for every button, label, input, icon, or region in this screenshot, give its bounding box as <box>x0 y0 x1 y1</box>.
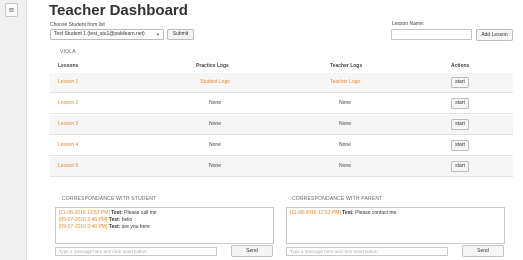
student-select-value: Test Student 1 (test_stu1@pakilearn.net) <box>54 31 145 37</box>
message-time: [11-08-2016 12:52 PM] <box>59 210 110 216</box>
column-header-actions: Actions <box>451 63 470 69</box>
parent-correspondence-title: CORRESPONDANCE WITH PARENT <box>292 196 383 202</box>
teacher-logs-link[interactable]: Teacher Logs <box>210 79 480 85</box>
add-lesson-button[interactable]: Add Lesson <box>476 29 513 41</box>
message-sender: Test: <box>111 210 123 216</box>
page-title: Teacher Dashboard <box>49 2 188 19</box>
teacher-logs-value: None <box>339 142 351 148</box>
start-button[interactable]: start <box>451 98 469 109</box>
table-row: Lesson 5 None None start <box>50 157 513 177</box>
message-time: [09-07-2016 2:46 PM] <box>59 224 108 230</box>
table-row: Lesson 3 None None start <box>50 115 513 135</box>
student-select[interactable]: Test Student 1 (test_stu1@pakilearn.net)… <box>50 29 164 40</box>
message-sender: Test: <box>342 210 354 216</box>
message-sender: Test: <box>108 217 121 223</box>
start-button[interactable]: start <box>451 77 469 88</box>
column-header-practice-logs: Practice Logs <box>196 63 229 69</box>
table-header: Lessons Practice Logs Teacher Logs Actio… <box>50 63 513 72</box>
teacher-logs-value: None <box>339 163 351 169</box>
teacher-logs-value: None <box>339 121 351 127</box>
lesson-name-input[interactable] <box>391 29 472 40</box>
section-title: VIOLA <box>60 49 76 55</box>
parent-message-log[interactable]: [11-08-2016 12:52 PM] Test: Please conta… <box>286 207 505 244</box>
student-correspondence-title: CORRESPONDANCE WITH STUDENT <box>62 196 157 202</box>
chevron-down-icon: ▼ <box>156 32 160 37</box>
choose-student-label: Choose Student from list <box>50 22 105 28</box>
message-text: Please call me <box>124 210 157 216</box>
table-row: Lesson 2 None None start <box>50 94 513 114</box>
start-button[interactable]: start <box>451 119 469 130</box>
message-time: [09-07-2016 2:46 PM] <box>59 217 108 223</box>
message-item: [09-07-2016 2:46 PM] Test: are you here <box>59 224 270 231</box>
message-item: [09-07-2016 2:46 PM] Test: hello <box>59 217 270 224</box>
menu-icon[interactable]: ≡ <box>5 3 18 17</box>
message-item: [11-08-2016 12:52 PM] Test: Please call … <box>59 210 270 217</box>
start-button[interactable]: start <box>451 140 469 151</box>
student-message-log[interactable]: [11-08-2016 12:52 PM] Test: Please call … <box>55 207 274 244</box>
table-row: Lesson 1 Student Logs Teacher Logs start <box>50 73 513 93</box>
message-text: Please contact me <box>355 210 397 216</box>
submit-button[interactable]: Submit <box>167 29 194 40</box>
start-button[interactable]: start <box>451 161 469 172</box>
message-time: [11-08-2016 12:52 PM] <box>290 210 341 216</box>
parent-message-input[interactable]: Type a message here and click Send butto… <box>286 247 448 256</box>
message-text: are you here <box>121 224 150 230</box>
parent-send-button[interactable]: Send <box>462 245 504 257</box>
message-text: hello <box>121 217 133 223</box>
column-header-teacher-logs: Teacher Logs <box>330 63 363 69</box>
student-message-input[interactable]: Type a message here and click Send butto… <box>55 247 217 256</box>
left-gutter: ≡ <box>0 0 27 260</box>
message-item: [11-08-2016 12:52 PM] Test: Please conta… <box>290 210 501 217</box>
teacher-logs-value: None <box>339 100 351 106</box>
student-send-button[interactable]: Send <box>231 245 273 257</box>
lesson-name-label: Lesson Name: <box>392 21 425 27</box>
column-header-lessons: Lessons <box>58 63 79 69</box>
message-sender: Test: <box>108 224 121 230</box>
table-row: Lesson 4 None None start <box>50 136 513 156</box>
